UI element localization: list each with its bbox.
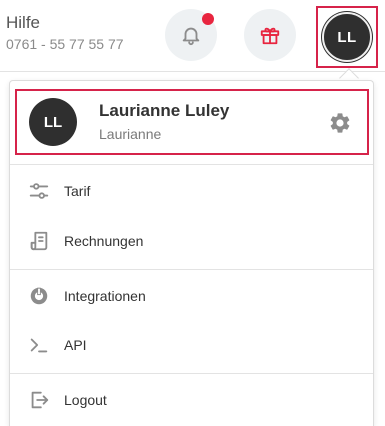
gear-icon[interactable]	[328, 111, 352, 135]
user-menu-button[interactable]: LL	[316, 6, 378, 68]
help-contact[interactable]: Hilfe 0761 - 55 77 55 77	[6, 12, 124, 53]
page: Hilfe 0761 - 55 77 55 77 LL LL Laurianne…	[0, 0, 385, 426]
menu-item-label: Tarif	[64, 183, 91, 199]
profile-username: Laurianne	[99, 126, 162, 142]
menu-divider	[10, 373, 373, 374]
menu-divider	[10, 164, 373, 165]
menu-item-logout[interactable]: Logout	[10, 378, 373, 422]
user-dropdown-menu: LL Laurianne Luley Laurianne Tarif Rechn…	[9, 80, 374, 426]
menu-item-label: Logout	[64, 392, 107, 408]
avatar: LL	[322, 12, 372, 62]
profile-card[interactable]: LL Laurianne Luley Laurianne	[15, 89, 369, 155]
gift-button[interactable]	[244, 9, 296, 61]
menu-item-integrationen[interactable]: Integrationen	[10, 274, 373, 318]
menu-item-label: Rechnungen	[64, 233, 144, 249]
help-title: Hilfe	[6, 13, 41, 32]
menu-item-api[interactable]: API	[10, 323, 373, 367]
top-bar: Hilfe 0761 - 55 77 55 77 LL	[0, 0, 385, 72]
sliders-icon	[29, 183, 49, 199]
profile-avatar: LL	[29, 98, 77, 146]
integrations-icon	[30, 287, 48, 305]
bell-icon	[182, 27, 200, 46]
menu-divider	[10, 269, 373, 270]
profile-name: Laurianne Luley	[99, 101, 230, 120]
terminal-icon	[30, 338, 48, 353]
help-phone-number[interactable]: 0761 - 55 77 55 77	[6, 35, 124, 53]
menu-item-tarif[interactable]: Tarif	[10, 169, 373, 213]
gift-icon	[260, 27, 280, 45]
notifications-button[interactable]	[165, 9, 217, 61]
logout-icon	[31, 391, 49, 409]
notification-badge	[202, 13, 214, 25]
menu-item-label: Integrationen	[64, 288, 146, 304]
menu-item-label: API	[64, 337, 87, 353]
menu-item-rechnungen[interactable]: Rechnungen	[10, 219, 373, 263]
invoice-icon	[30, 231, 48, 251]
